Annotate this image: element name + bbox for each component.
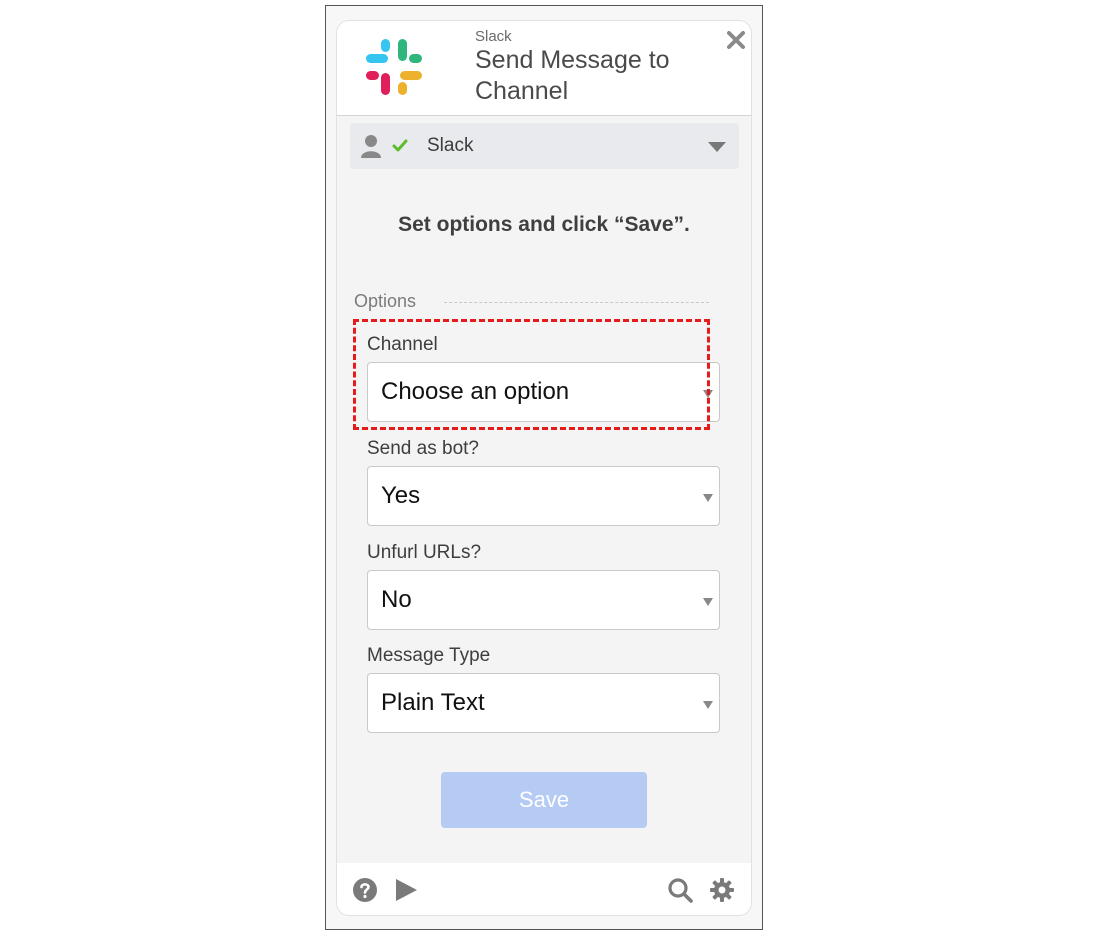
check-icon [392, 139, 408, 152]
slack-logo [366, 39, 422, 95]
panel-footer [337, 863, 751, 915]
send-as-bot-label: Send as bot? [367, 438, 479, 459]
send-as-bot-select[interactable]: Yes [367, 466, 720, 526]
action-title: Send Message to Channel [475, 46, 670, 105]
instruction-text: Set options and click “Save”. [398, 213, 690, 236]
channel-label: Channel [367, 334, 438, 355]
message-type-value: Plain Text [381, 689, 485, 716]
panel-header: Slack Send Message to Channel [337, 21, 751, 116]
close-icon[interactable] [726, 30, 746, 50]
unfurl-urls-label: Unfurl URLs? [367, 542, 482, 563]
send-as-bot-value: Yes [381, 482, 421, 509]
app-name: Slack [475, 28, 512, 45]
user-icon [361, 135, 381, 158]
gear-icon[interactable] [709, 877, 735, 903]
channel-select[interactable]: Choose an option [367, 362, 720, 422]
account-label: Slack [427, 135, 474, 156]
search-icon[interactable] [667, 877, 693, 903]
chevron-down-icon [703, 701, 713, 709]
help-icon[interactable] [352, 877, 378, 903]
action-panel: Slack Send Message to Channel Slack Set … [337, 21, 751, 915]
caret-down-icon[interactable] [708, 142, 726, 152]
channel-value: Choose an option [381, 378, 570, 405]
chevron-down-icon [703, 598, 713, 606]
play-icon[interactable] [393, 877, 419, 903]
unfurl-urls-value: No [381, 586, 412, 613]
options-section-label: Options [354, 291, 417, 311]
save-button[interactable]: Save [441, 772, 647, 828]
chevron-down-icon [703, 494, 713, 502]
message-type-select[interactable]: Plain Text [367, 673, 720, 733]
options-divider [444, 302, 709, 303]
unfurl-urls-select[interactable]: No [367, 570, 720, 630]
account-selector[interactable]: Slack [350, 123, 739, 169]
chevron-down-icon [703, 390, 713, 398]
message-type-label: Message Type [367, 645, 491, 666]
